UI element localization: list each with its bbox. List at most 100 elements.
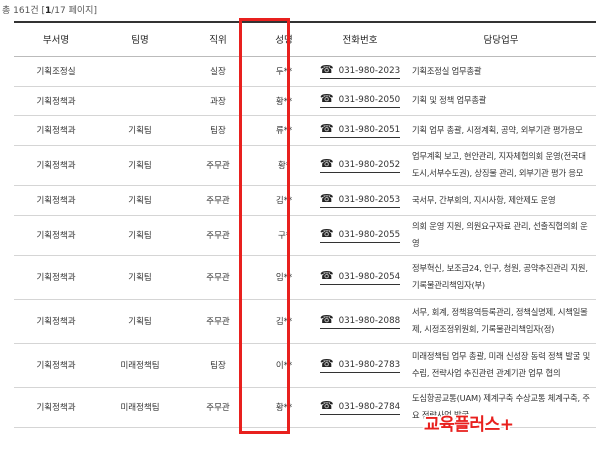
table-row: 기획조정실 실장 두** ☎ 031-980-2023 기획조정실 업무총괄 bbox=[14, 56, 596, 87]
phone-link[interactable]: ☎ 031-980-2088 bbox=[319, 312, 401, 329]
phone-number: 031-980-2023 bbox=[338, 65, 401, 76]
telephone-icon: ☎ bbox=[319, 268, 334, 282]
telephone-icon: ☎ bbox=[319, 62, 334, 76]
duty-cell: 서무, 회계, 정책용역등록관리, 정책실명제, 시책일몰제, 시정조정위원회,… bbox=[406, 299, 596, 344]
name-cell: 이** bbox=[254, 343, 314, 388]
table-body: 기획조정실 실장 두** ☎ 031-980-2023 기획조정실 업무총괄 기획정책과 과장… bbox=[14, 56, 596, 428]
watermark-text: 교육플러스 bbox=[424, 415, 500, 435]
phone-link[interactable]: ☎ 031-980-2023 bbox=[319, 62, 401, 79]
position-cell: 팀장 bbox=[182, 343, 254, 388]
total-pages: /17 페이지 bbox=[51, 6, 94, 16]
position-cell: 주무관 bbox=[182, 255, 254, 300]
dept-cell: 기획정책과 bbox=[14, 86, 98, 116]
telephone-icon: ☎ bbox=[319, 356, 334, 370]
table-row: 기획정책과 기획팀 주무관 임** ☎ 031-980-2054 정부혁신, 보조금24, … bbox=[14, 255, 596, 300]
phone-number: 031-980-2050 bbox=[338, 95, 401, 105]
phone-number: 031-980-2055 bbox=[338, 229, 401, 240]
name-cell: 황** bbox=[254, 387, 314, 428]
duty-cell: 의회 운영 지원, 의원요구자료 관리, 선출직협의회 운영 bbox=[406, 215, 596, 256]
phone-number: 031-980-2052 bbox=[338, 159, 401, 170]
phone-cell: ☎ 031-980-2050 bbox=[314, 86, 406, 116]
dept-cell: 기획정책과 bbox=[14, 387, 98, 428]
name-cell: 김** bbox=[254, 185, 314, 216]
team-cell: 기획팀 bbox=[98, 255, 182, 300]
duty-cell: 정부혁신, 보조금24, 인구, 청원, 공약추진관리 지원, 기록물관리책임자… bbox=[406, 255, 596, 300]
phone-cell: ☎ 031-980-2055 bbox=[314, 215, 406, 256]
name-cell: 김** bbox=[254, 299, 314, 344]
phone-link[interactable]: ☎ 031-980-2052 bbox=[319, 156, 401, 173]
position-cell: 과장 bbox=[182, 86, 254, 116]
phone-cell: ☎ 031-980-2023 bbox=[314, 56, 406, 87]
telephone-icon: ☎ bbox=[319, 312, 334, 326]
phone-cell: ☎ 031-980-2783 bbox=[314, 343, 406, 388]
position-cell: 주무관 bbox=[182, 299, 254, 344]
duty-cell: 미래정책팀 업무 총괄, 미래 신성장 동력 정책 발굴 및 수립, 전략사업 … bbox=[406, 343, 596, 388]
phone-number: 031-980-2054 bbox=[338, 271, 401, 282]
watermark-logo: 교육플러스+ bbox=[424, 410, 514, 435]
page-bracket-close: ] bbox=[93, 6, 97, 16]
header-team: 팀명 bbox=[98, 21, 182, 57]
dept-cell: 기획정책과 bbox=[14, 145, 98, 186]
phone-link[interactable]: ☎ 031-980-2055 bbox=[319, 228, 401, 243]
dept-cell: 기획정책과 bbox=[14, 255, 98, 300]
position-cell: 실장 bbox=[182, 56, 254, 87]
telephone-icon: ☎ bbox=[319, 398, 334, 412]
dept-cell: 기획조정실 bbox=[14, 56, 98, 87]
duty-cell: 국서무, 간부회의, 지시사항, 제안제도 운영 bbox=[406, 185, 596, 216]
dept-cell: 기획정책과 bbox=[14, 185, 98, 216]
header-row: 부서명 팀명 직위 성명 전화번호 담당업무 bbox=[14, 21, 596, 57]
phone-link[interactable]: ☎ 031-980-2784 bbox=[319, 398, 401, 415]
phone-link[interactable]: ☎ 031-980-2050 bbox=[319, 93, 401, 108]
team-cell: 기획팀 bbox=[98, 115, 182, 146]
position-cell: 주무관 bbox=[182, 387, 254, 428]
duty-cell: 업무계획 보고, 현안관리, 지자체협의회 운영(전국대도시,서부수도권), 상… bbox=[406, 145, 596, 186]
phone-number: 031-980-2088 bbox=[338, 315, 401, 326]
team-cell bbox=[98, 56, 182, 87]
table-row: 기획정책과 기획팀 팀장 류** ☎ 031-980-2051 기획 업무 총괄, 시정계획… bbox=[14, 115, 596, 146]
phone-number: 031-980-2051 bbox=[338, 124, 401, 135]
header-phone: 전화번호 bbox=[314, 21, 406, 57]
phone-link[interactable]: ☎ 031-980-2054 bbox=[319, 268, 401, 285]
duty-cell: 기획조정실 업무총괄 bbox=[406, 56, 596, 87]
phone-number: 031-980-2053 bbox=[338, 194, 401, 205]
name-cell: 황* bbox=[254, 145, 314, 186]
telephone-icon: ☎ bbox=[319, 156, 334, 170]
watermark-plus: + bbox=[499, 415, 514, 435]
table-row: 기획정책과 기획팀 주무관 황* ☎ 031-980-2052 업무계획 보고, 현안관리,… bbox=[14, 145, 596, 186]
total-count: 총 161건 bbox=[2, 6, 39, 16]
position-cell: 팀장 bbox=[182, 115, 254, 146]
phone-cell: ☎ 031-980-2088 bbox=[314, 299, 406, 344]
telephone-icon: ☎ bbox=[319, 191, 334, 205]
header-dept: 부서명 bbox=[14, 21, 98, 57]
table-row: 기획정책과 기획팀 주무관 김** ☎ 031-980-2053 국서무, 간부회의, 지시… bbox=[14, 185, 596, 216]
phone-cell: ☎ 031-980-2051 bbox=[314, 115, 406, 146]
header-name: 성명 bbox=[254, 21, 314, 57]
dept-cell: 기획정책과 bbox=[14, 115, 98, 146]
team-cell bbox=[98, 86, 182, 116]
team-cell: 기획팀 bbox=[98, 185, 182, 216]
phone-cell: ☎ 031-980-2784 bbox=[314, 387, 406, 428]
phone-link[interactable]: ☎ 031-980-2783 bbox=[319, 356, 401, 373]
phone-number: 031-980-2783 bbox=[338, 359, 401, 370]
team-cell: 기획팀 bbox=[98, 145, 182, 186]
table-row: 기획정책과 기획팀 주무관 구* ☎ 031-980-2055 의회 운영 지원, 의원요구… bbox=[14, 215, 596, 256]
header-duty: 담당업무 bbox=[406, 21, 596, 57]
phone-link[interactable]: ☎ 031-980-2053 bbox=[319, 191, 401, 208]
phone-cell: ☎ 031-980-2052 bbox=[314, 145, 406, 186]
name-cell: 황** bbox=[254, 86, 314, 116]
phone-cell: ☎ 031-980-2053 bbox=[314, 185, 406, 216]
phone-link[interactable]: ☎ 031-980-2051 bbox=[319, 121, 401, 138]
dept-cell: 기획정책과 bbox=[14, 343, 98, 388]
table-row: 기획정책과 기획팀 주무관 김** ☎ 031-980-2088 서무, 회계, 정책용역등… bbox=[14, 299, 596, 344]
duty-cell: 기획 및 정책 업무총괄 bbox=[406, 86, 596, 116]
telephone-icon: ☎ bbox=[319, 121, 334, 135]
dept-cell: 기획정책과 bbox=[14, 299, 98, 344]
team-cell: 미래정책팀 bbox=[98, 387, 182, 428]
table-row: 기획정책과 과장 황** ☎ 031-980-2050 기획 및 정책 업무총괄 bbox=[14, 86, 596, 116]
team-cell: 기획팀 bbox=[98, 215, 182, 256]
position-cell: 주무관 bbox=[182, 185, 254, 216]
table-header: 부서명 팀명 직위 성명 전화번호 담당업무 bbox=[14, 21, 596, 57]
name-cell: 류** bbox=[254, 115, 314, 146]
staff-directory-table: 부서명 팀명 직위 성명 전화번호 담당업무 기획조정실 실장 두** ☎ 031-98… bbox=[14, 21, 596, 428]
dept-cell: 기획정책과 bbox=[14, 215, 98, 256]
